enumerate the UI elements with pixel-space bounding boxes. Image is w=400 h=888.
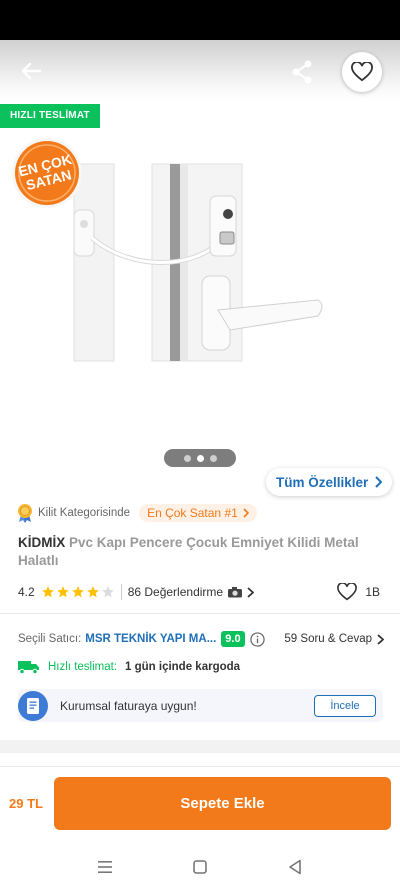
seller-score-badge: 9.0 <box>221 631 245 647</box>
all-features-label: Tüm Özellikler <box>276 474 369 490</box>
fast-delivery-badge: HIZLI TESLİMAT <box>0 104 100 128</box>
header-overlay <box>0 40 400 102</box>
star-filled-icon <box>56 586 69 598</box>
qa-link[interactable]: 59 Soru & Cevap <box>284 633 384 645</box>
medal-icon <box>18 504 32 523</box>
product-name: Pvc Kapı Pencere Çocuk Emniyet Kilidi Me… <box>18 535 359 568</box>
rating-row: 4.2 86 Değerlendirme 1B <box>18 582 382 602</box>
arrow-left-icon <box>21 62 42 80</box>
heart-outline-icon <box>351 62 373 82</box>
corporate-invoice-banner: Kurumsal faturaya uygun! İncele <box>18 689 383 722</box>
camera-icon <box>228 587 243 598</box>
share-icon <box>292 60 312 84</box>
status-bar <box>0 0 400 40</box>
best-seller-badge: EN ÇOK SATAN <box>12 138 82 208</box>
reviews-link[interactable]: 86 Değerlendirme <box>127 585 255 599</box>
star-filled-icon <box>71 586 84 598</box>
rank-label: En Çok Satan #1 <box>147 506 238 520</box>
invoice-icon <box>18 690 48 721</box>
qa-label: 59 Soru & Cevap <box>284 633 372 645</box>
heart-outline-icon <box>337 583 358 601</box>
category-ranking[interactable]: Kilit Kategorisinde En Çok Satan #1 <box>17 503 257 523</box>
chevron-right-icon <box>375 476 383 488</box>
star-filled-icon <box>86 586 99 598</box>
star-filled-icon <box>41 586 54 598</box>
seller-name-link[interactable]: MSR TEKNİK YAPI MA... <box>85 633 216 645</box>
all-features-button[interactable]: Tüm Özellikler <box>266 468 393 496</box>
pagination-dot[interactable] <box>183 454 191 462</box>
rating-value: 4.2 <box>18 585 35 599</box>
home-square-icon[interactable] <box>189 856 211 878</box>
category-text: Kilit Kategorisinde <box>38 507 131 519</box>
product-image <box>73 163 323 362</box>
price: 29 TL <box>9 796 43 811</box>
product-gallery[interactable]: HIZLI TESLİMAT EN ÇOK SATAN <box>0 40 400 478</box>
divider <box>120 584 122 600</box>
back-button[interactable] <box>16 56 46 86</box>
section-divider <box>0 740 400 753</box>
seller-row: Seçili Satıcı: MSR TEKNİK YAPI MA... 9.0… <box>18 628 384 650</box>
delivery-label: Hızlı teslimat: <box>48 661 118 673</box>
product-title: KİDMİX Pvc Kapı Pencere Çocuk Emniyet Ki… <box>18 534 378 570</box>
product-brand[interactable]: KİDMİX <box>18 535 65 550</box>
favorites-counter[interactable]: 1B <box>337 583 380 601</box>
star-empty-icon <box>101 586 114 598</box>
pagination-dot[interactable] <box>209 454 217 462</box>
back-triangle-icon[interactable] <box>284 856 306 878</box>
favorites-count: 1B <box>365 585 380 599</box>
gallery-pagination[interactable] <box>164 449 236 467</box>
delivery-truck-icon <box>18 661 39 674</box>
chevron-right-icon <box>243 508 249 518</box>
info-icon[interactable] <box>249 631 265 647</box>
chevron-right-icon <box>247 586 255 598</box>
pagination-dot-active[interactable] <box>196 454 204 462</box>
divider <box>0 766 400 767</box>
divider <box>0 613 400 614</box>
menu-icon[interactable] <box>94 856 116 878</box>
rating-stars <box>41 585 115 599</box>
chevron-right-icon <box>377 633 384 645</box>
favorite-button[interactable] <box>342 52 382 92</box>
reviews-label: 86 Değerlendirme <box>127 585 224 599</box>
share-button[interactable] <box>287 57 317 87</box>
seller-label: Seçili Satıcı: <box>18 633 82 645</box>
best-seller-rank-badge[interactable]: En Çok Satan #1 <box>139 504 257 522</box>
corporate-invoice-text: Kurumsal faturaya uygun! <box>60 698 197 713</box>
system-navigation-bar <box>0 846 400 888</box>
add-to-cart-button[interactable]: Sepete Ekle <box>54 777 391 830</box>
delivery-value: 1 gün içinde kargoda <box>125 661 241 673</box>
delivery-row: Hızlı teslimat: 1 gün içinde kargoda <box>18 660 240 674</box>
inspect-button[interactable]: İncele <box>314 695 376 717</box>
